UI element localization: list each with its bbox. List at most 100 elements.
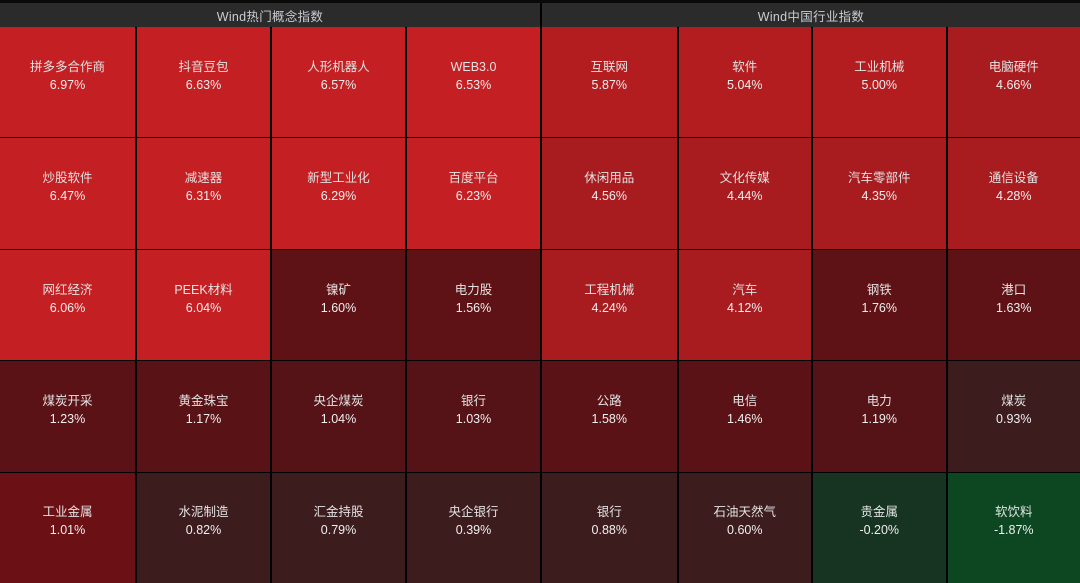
heatmap-cell[interactable]: 公路 1.58% — [542, 361, 677, 472]
cell-label: 镍矿 — [325, 282, 351, 297]
heatmap-row: 休闲用品 4.56% 文化传媒 4.44% 汽车零部件 4.35% 通信设备 4.28% — [542, 137, 1080, 249]
heatmap-cell[interactable]: 电脑硬件 4.66% — [945, 27, 1080, 138]
cell-change-value: 6.63% — [185, 77, 222, 92]
heatmap-cell[interactable]: 贵金属 -0.20% — [811, 472, 946, 583]
cell-label: 煤炭 — [1001, 394, 1027, 409]
cell-change-value: 5.04% — [727, 77, 763, 92]
cell-content: 煤炭开采 1.23% — [42, 393, 92, 428]
cell-content: 拼多多合作商 6.97% — [30, 59, 105, 94]
cell-label: 煤炭开采 — [42, 394, 93, 409]
cell-label: 抖音豆包 — [178, 59, 229, 74]
cell-label: 休闲用品 — [584, 171, 635, 186]
cell-label: 电力 — [866, 394, 892, 409]
heatmap-cell[interactable]: 央企煤炭 1.04% — [270, 361, 405, 472]
panel-header-industry: Wind中国行业指数 — [540, 3, 1080, 27]
cell-label: 银行 — [596, 505, 622, 520]
cell-label: 石油天然气 — [713, 505, 776, 520]
cell-label: 贵金属 — [860, 505, 898, 520]
heatmap-cell[interactable]: PEEK材料 6.04% — [135, 249, 270, 361]
heatmap-cell[interactable]: 工业机械 5.00% — [811, 27, 946, 138]
heatmap-cell[interactable]: 煤炭 0.93% — [945, 361, 1080, 472]
heatmap-cell[interactable]: 休闲用品 4.56% — [542, 138, 677, 249]
cell-content: 汇金持股 0.79% — [313, 504, 363, 539]
heatmap-cell[interactable]: 炒股软件 6.47% — [0, 138, 135, 249]
cell-label: 软件 — [732, 59, 758, 74]
heatmap-cell[interactable]: 石油天然气 0.60% — [676, 472, 811, 583]
cell-label: 银行 — [460, 394, 486, 409]
cell-change-value: 0.88% — [591, 523, 627, 538]
heatmap-cell[interactable]: 港口 1.63% — [945, 249, 1080, 361]
cell-label: 汽车 — [732, 282, 758, 297]
cell-label: 工业机械 — [854, 59, 905, 74]
cell-content: 水泥制造 0.82% — [178, 504, 228, 539]
cell-change-value: 0.39% — [455, 523, 492, 538]
heatmap-cell[interactable]: 新型工业化 6.29% — [270, 138, 405, 249]
heatmap-cell[interactable]: 镍矿 1.60% — [270, 249, 405, 361]
cell-label: 减速器 — [184, 171, 223, 186]
heatmap-cell[interactable]: 电力 1.19% — [811, 361, 946, 472]
heatmap-cell[interactable]: 汇金持股 0.79% — [270, 472, 405, 583]
cell-change-value: 0.60% — [727, 523, 763, 538]
heatmap-cell[interactable]: 银行 1.03% — [405, 361, 540, 472]
cell-change-value: 4.66% — [996, 77, 1032, 92]
heatmap-cell[interactable]: 人形机器人 6.57% — [270, 27, 405, 138]
cell-content: 抖音豆包 6.63% — [178, 59, 228, 94]
cell-content: 电力 1.19% — [862, 393, 897, 428]
cell-change-value: 4.28% — [996, 189, 1032, 204]
cell-content: 银行 1.03% — [456, 393, 491, 428]
heatmap-cell[interactable]: 银行 0.88% — [542, 472, 677, 583]
heatmap-cell[interactable]: 电力股 1.56% — [405, 249, 540, 361]
heatmap-cell[interactable]: 钢铁 1.76% — [811, 249, 946, 361]
cell-change-value: 0.79% — [320, 523, 357, 538]
heatmap-cell[interactable]: 网红经济 6.06% — [0, 249, 135, 361]
panel-concept-indices: 拼多多合作商 6.97% 抖音豆包 6.63% 人形机器人 6.57% WEB3.0 6.53… — [0, 27, 540, 583]
heatmap-cell[interactable]: WEB3.0 6.53% — [405, 27, 540, 138]
heatmap-cell[interactable]: 汽车 4.12% — [676, 249, 811, 361]
heatmap-cell[interactable]: 软饮料 -1.87% — [945, 472, 1080, 583]
heatmap-cell[interactable]: 电信 1.46% — [676, 361, 811, 472]
cell-change-value: 6.57% — [320, 77, 357, 92]
cell-label: 互联网 — [590, 59, 628, 74]
cell-change-value: 1.23% — [49, 411, 86, 426]
cell-change-value: 6.31% — [185, 189, 222, 204]
cell-content: 工程机械 4.24% — [584, 282, 634, 317]
panel-title-industry: Wind中国行业指数 — [757, 9, 865, 24]
heatmap-cell[interactable]: 互联网 5.87% — [542, 27, 677, 138]
heatmap-row: 炒股软件 6.47% 减速器 6.31% 新型工业化 6.29% 百度平台 6.23% — [0, 137, 540, 249]
heatmap-row: 煤炭开采 1.23% 黄金珠宝 1.17% 央企煤炭 1.04% 银行 1.03% — [0, 360, 540, 472]
heatmap-cell[interactable]: 水泥制造 0.82% — [135, 472, 270, 583]
heatmap-cell[interactable]: 煤炭开采 1.23% — [0, 361, 135, 472]
cell-content: 文化传媒 4.44% — [720, 170, 770, 205]
cell-content: 港口 1.63% — [996, 282, 1031, 317]
cell-change-value: 1.56% — [455, 300, 492, 315]
heatmap-cell[interactable]: 黄金珠宝 1.17% — [135, 361, 270, 472]
cell-label: 电脑硬件 — [988, 59, 1039, 74]
cell-content: WEB3.0 6.53% — [451, 59, 497, 94]
heatmap-cell[interactable]: 百度平台 6.23% — [405, 138, 540, 249]
heatmap-cell[interactable]: 汽车零部件 4.35% — [811, 138, 946, 249]
cell-change-value: 1.01% — [49, 523, 86, 538]
heatmap-row: 工业金属 1.01% 水泥制造 0.82% 汇金持股 0.79% 央企银行 0.39% — [0, 471, 540, 583]
cell-label: 工程机械 — [584, 282, 635, 297]
heatmap-cell[interactable]: 央企银行 0.39% — [405, 472, 540, 583]
heatmap-cell[interactable]: 文化传媒 4.44% — [676, 138, 811, 249]
heatmap-row: 互联网 5.87% 软件 5.04% 工业机械 5.00% 电脑硬件 4.66% — [542, 27, 1080, 138]
panels-container: 拼多多合作商 6.97% 抖音豆包 6.63% 人形机器人 6.57% WEB3.0 6.53… — [0, 27, 1080, 583]
cell-content: 贵金属 -0.20% — [859, 504, 899, 539]
cell-content: 人形机器人 6.57% — [307, 59, 370, 94]
panel-headers: Wind热门概念指数 Wind中国行业指数 — [0, 3, 1080, 27]
heatmap-row: 网红经济 6.06% PEEK材料 6.04% 镍矿 1.60% 电力股 1.56% — [0, 248, 540, 361]
heatmap-cell[interactable]: 通信设备 4.28% — [945, 138, 1080, 249]
heatmap-cell[interactable]: 工业金属 1.01% — [0, 472, 135, 583]
cell-label: 拼多多合作商 — [29, 59, 105, 74]
heatmap-cell[interactable]: 减速器 6.31% — [135, 138, 270, 249]
cell-content: 钢铁 1.76% — [862, 282, 897, 317]
cell-content: 汽车 4.12% — [727, 282, 762, 317]
heatmap-row: 工程机械 4.24% 汽车 4.12% 钢铁 1.76% 港口 1.63% — [542, 248, 1080, 361]
heatmap-cell[interactable]: 抖音豆包 6.63% — [135, 27, 270, 138]
cell-content: 黄金珠宝 1.17% — [178, 393, 228, 428]
heatmap-cell[interactable]: 软件 5.04% — [676, 27, 811, 138]
heatmap-cell[interactable]: 拼多多合作商 6.97% — [0, 27, 135, 138]
cell-content: 减速器 6.31% — [185, 170, 223, 205]
heatmap-cell[interactable]: 工程机械 4.24% — [542, 249, 677, 361]
